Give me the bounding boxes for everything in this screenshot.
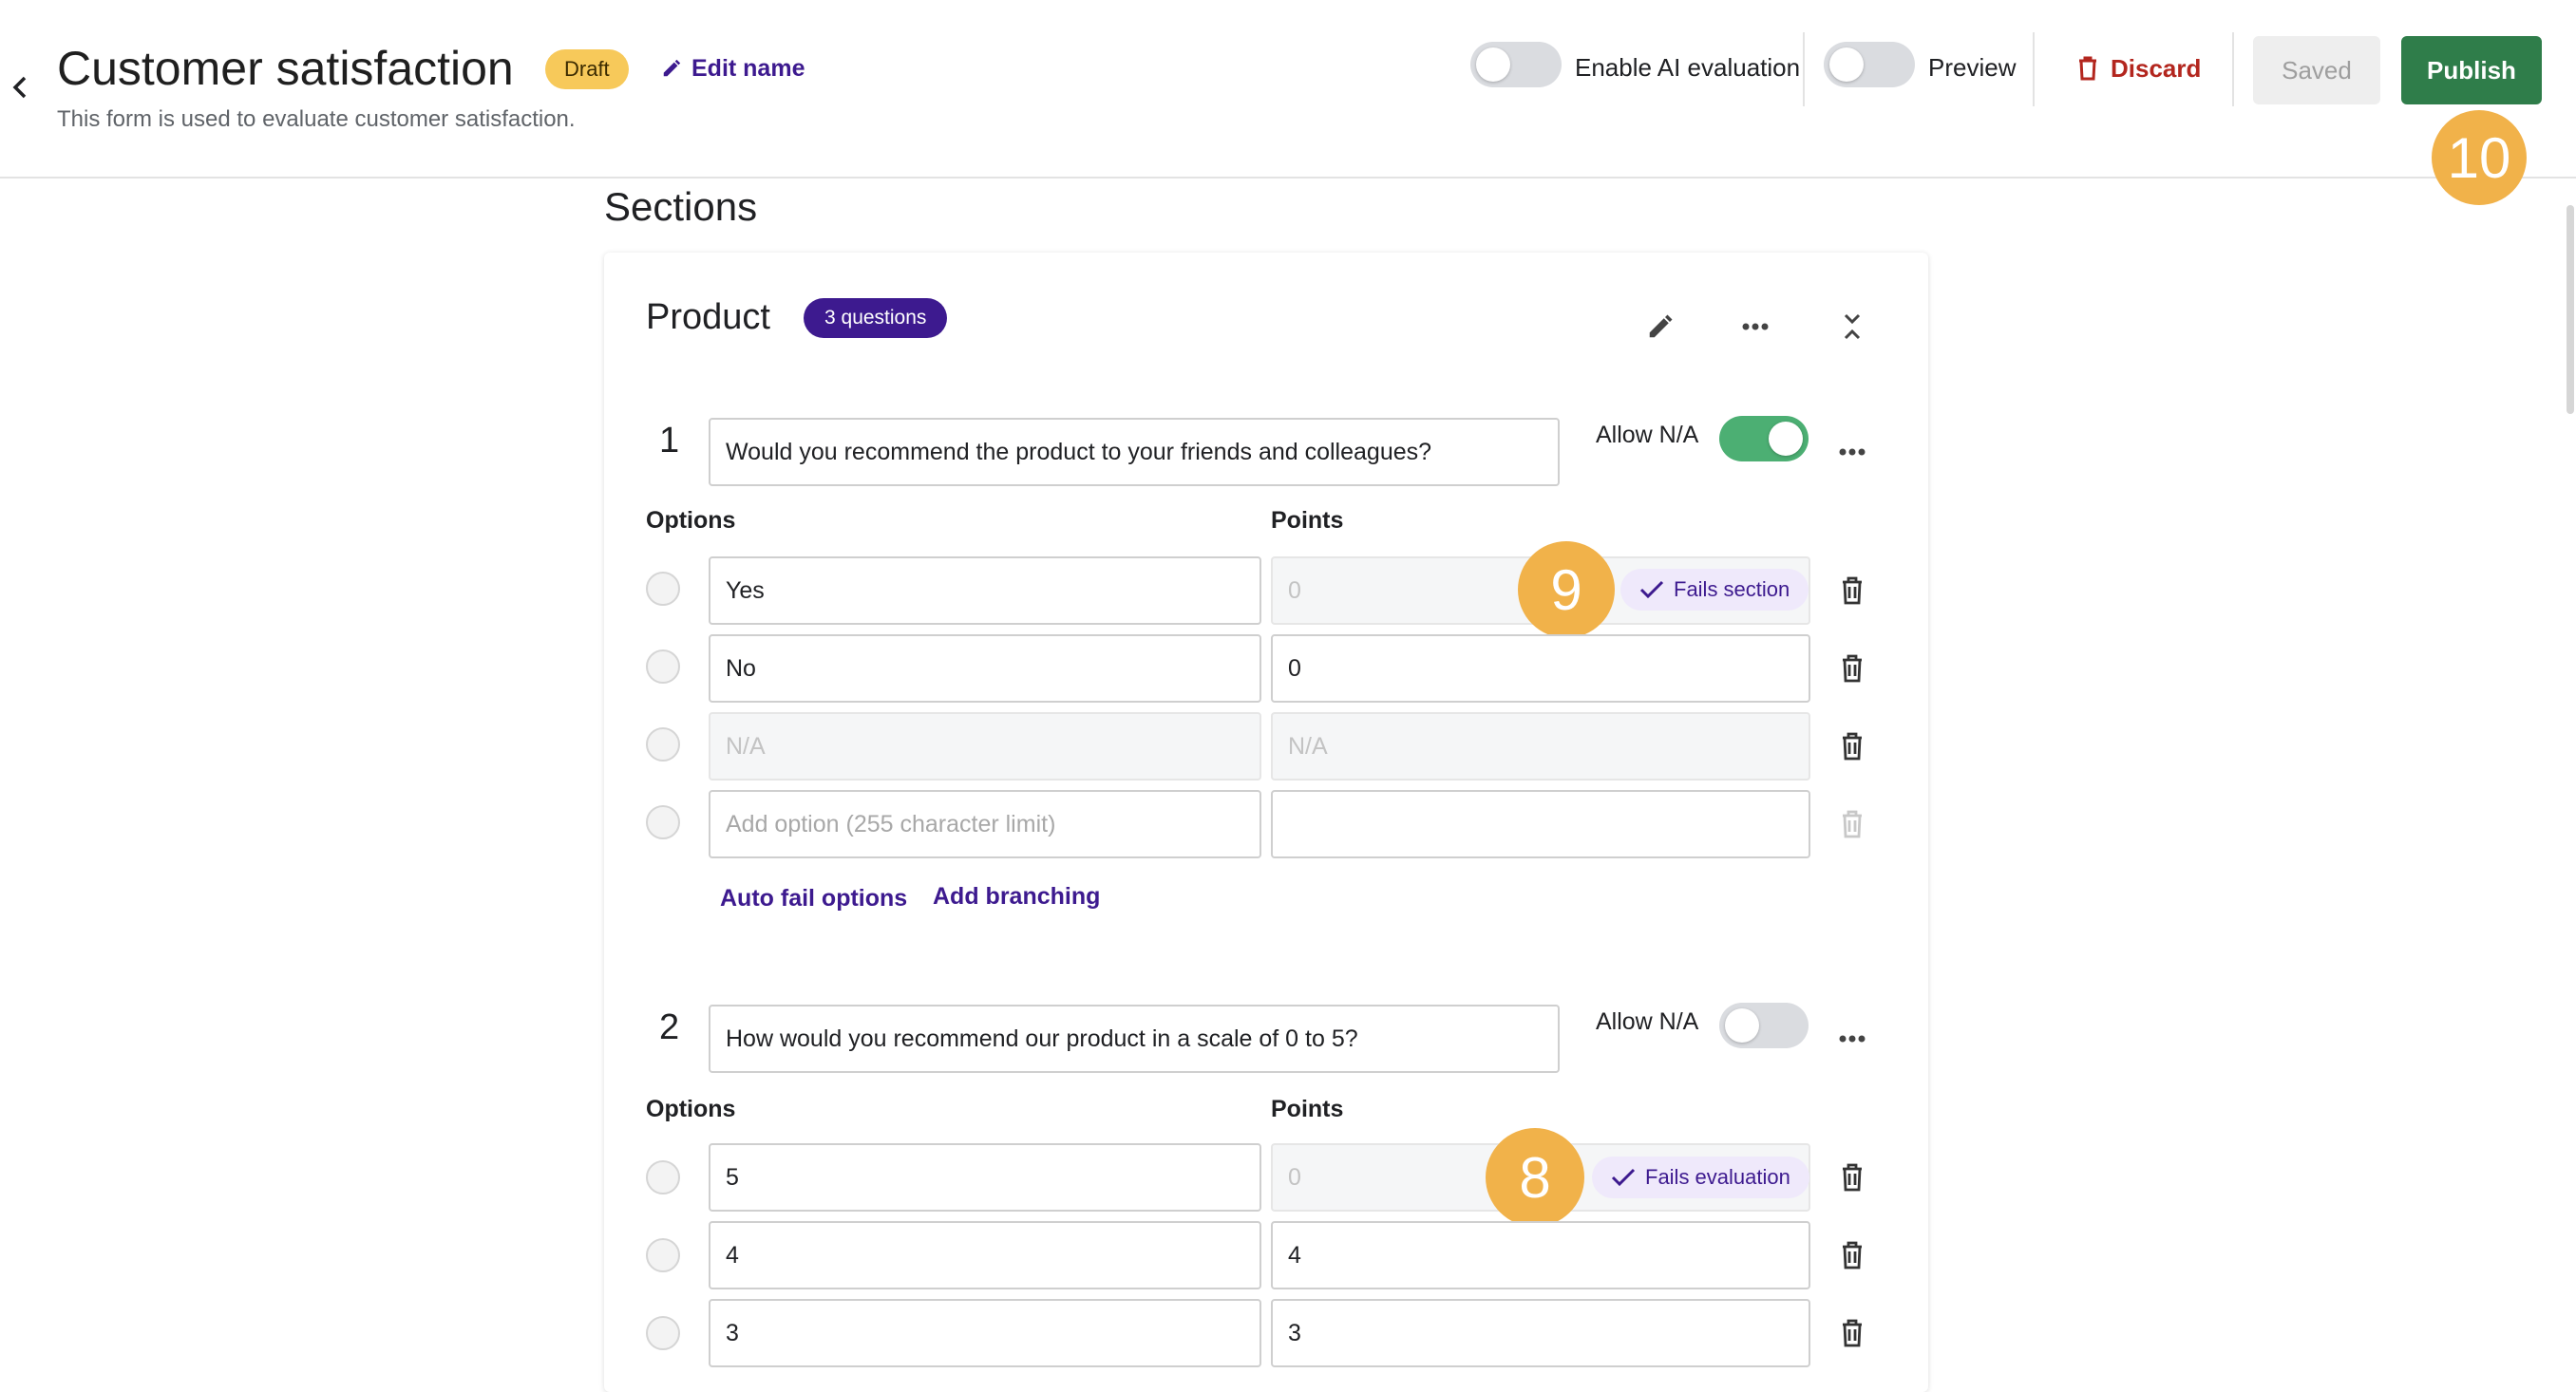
edit-name-label: Edit name xyxy=(691,54,805,82)
preview-label: Preview xyxy=(1928,53,2017,82)
fails-evaluation-chip[interactable]: Fails evaluation xyxy=(1592,1157,1809,1198)
more-horizontal-icon xyxy=(1742,323,1769,330)
trash-icon xyxy=(1843,810,1862,838)
auto-fail-options-link[interactable]: Auto fail options xyxy=(720,885,907,912)
options-column-header: Options xyxy=(646,1096,736,1122)
delete-option-button[interactable] xyxy=(1831,1234,1873,1276)
question-more-button[interactable] xyxy=(1831,1018,1873,1060)
option-radio[interactable] xyxy=(646,805,680,839)
page-title: Customer satisfaction xyxy=(57,42,514,95)
discard-label: Discard xyxy=(2111,53,2202,83)
add-option-input[interactable]: Add option (255 character limit) xyxy=(709,790,1261,858)
na-points-input: N/A xyxy=(1271,712,1810,781)
step-callout-8: 8 xyxy=(1486,1128,1584,1227)
chevron-left-icon xyxy=(12,76,27,99)
trash-icon xyxy=(1843,732,1862,761)
edit-section-button[interactable] xyxy=(1639,306,1681,348)
option-radio[interactable] xyxy=(646,1160,680,1194)
points-column-header: Points xyxy=(1271,507,1344,534)
delete-option-button[interactable] xyxy=(1831,570,1873,611)
question-count-badge: 3 questions xyxy=(804,298,948,338)
step-callout-10: 10 xyxy=(2432,110,2527,205)
collapse-icon xyxy=(1844,313,1861,340)
more-horizontal-icon xyxy=(1839,448,1866,456)
option-input[interactable]: Yes xyxy=(709,556,1261,625)
delete-option-button[interactable] xyxy=(1831,1157,1873,1198)
check-icon xyxy=(1611,1168,1636,1187)
trash-icon xyxy=(1843,576,1862,605)
trash-icon xyxy=(1843,1241,1862,1270)
sections-heading: Sections xyxy=(604,184,758,229)
preview-toggle[interactable] xyxy=(1824,42,1915,87)
status-badge: Draft xyxy=(545,49,629,89)
back-button[interactable] xyxy=(8,70,32,104)
fails-section-chip[interactable]: Fails section xyxy=(1620,569,1809,611)
scrollbar-thumb[interactable] xyxy=(2567,205,2574,414)
form-description: This form is used to evaluate customer s… xyxy=(57,106,576,132)
allow-na-label: Allow N/A xyxy=(1596,422,1699,448)
collapse-section-button[interactable] xyxy=(1831,306,1873,348)
discard-button[interactable]: Discard xyxy=(2076,49,2201,87)
option-input[interactable]: 3 xyxy=(709,1299,1261,1367)
points-column-header: Points xyxy=(1271,1096,1344,1122)
delete-option-button[interactable] xyxy=(1831,725,1873,767)
divider xyxy=(2033,32,2035,106)
option-radio[interactable] xyxy=(646,572,680,606)
add-points-input[interactable] xyxy=(1271,790,1810,858)
publish-button[interactable]: Publish xyxy=(2401,36,2542,104)
question-number: 2 xyxy=(659,1007,680,1047)
ai-evaluation-label: Enable AI evaluation xyxy=(1575,53,1801,82)
option-input[interactable]: 5 xyxy=(709,1143,1261,1212)
na-option-input: N/A xyxy=(709,712,1261,781)
divider xyxy=(1803,32,1805,106)
option-radio[interactable] xyxy=(646,727,680,762)
saved-button: Saved xyxy=(2253,36,2380,104)
points-input[interactable]: 0 xyxy=(1271,634,1810,703)
check-icon xyxy=(1639,580,1664,599)
option-radio[interactable] xyxy=(646,1316,680,1350)
allow-na-toggle[interactable] xyxy=(1719,1003,1809,1048)
options-column-header: Options xyxy=(646,507,736,534)
points-input[interactable]: 3 xyxy=(1271,1299,1810,1367)
trash-icon xyxy=(1843,1319,1862,1347)
more-horizontal-icon xyxy=(1839,1035,1866,1043)
question-number: 1 xyxy=(659,421,680,461)
delete-option-button[interactable] xyxy=(1831,648,1873,689)
option-input[interactable]: 4 xyxy=(709,1221,1261,1289)
step-callout-9: 9 xyxy=(1518,541,1615,638)
section-title: Product xyxy=(646,297,770,337)
pencil-icon xyxy=(1649,314,1673,338)
delete-option-button xyxy=(1831,803,1873,845)
page-header: Customer satisfaction Draft Edit name Th… xyxy=(0,0,2576,179)
trash-icon xyxy=(1843,1163,1862,1192)
allow-na-toggle[interactable] xyxy=(1719,416,1809,461)
allow-na-label: Allow N/A xyxy=(1596,1008,1699,1035)
pencil-icon xyxy=(663,59,681,77)
ai-evaluation-toggle[interactable] xyxy=(1470,42,1562,87)
trash-icon xyxy=(1843,654,1862,683)
question-more-button[interactable] xyxy=(1831,431,1873,473)
option-radio[interactable] xyxy=(646,1238,680,1272)
delete-option-button[interactable] xyxy=(1831,1312,1873,1354)
option-radio[interactable] xyxy=(646,649,680,684)
question-text-input[interactable]: How would you recommend our product in a… xyxy=(709,1005,1560,1073)
divider xyxy=(2232,32,2234,106)
section-more-button[interactable] xyxy=(1734,306,1776,348)
edit-name-button[interactable]: Edit name xyxy=(661,51,805,85)
points-input[interactable]: 4 xyxy=(1271,1221,1810,1289)
trash-icon xyxy=(2079,56,2096,81)
fails-evaluation-label: Fails evaluation xyxy=(1645,1165,1790,1189)
question-text-input[interactable]: Would you recommend the product to your … xyxy=(709,418,1560,486)
add-branching-link[interactable]: Add branching xyxy=(933,883,1100,911)
option-input[interactable]: No xyxy=(709,634,1261,703)
fails-section-label: Fails section xyxy=(1674,577,1790,601)
